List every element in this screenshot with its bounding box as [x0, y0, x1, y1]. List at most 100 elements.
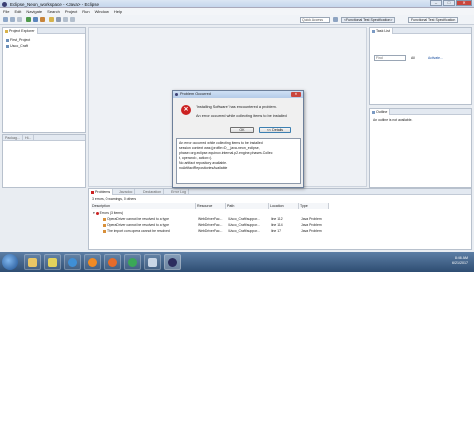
errors-group-row[interactable]: ▾ Errors (3 items): [93, 211, 123, 215]
debug-icon[interactable]: [33, 17, 38, 22]
tree-item-first-project[interactable]: First_Project: [6, 38, 30, 42]
row-resource: WebDriverFac...: [198, 217, 223, 221]
row-location: line 112: [271, 217, 283, 221]
navigate-back-icon[interactable]: [63, 17, 68, 22]
windows-taskbar: 8:46 AM 6/21/2017: [0, 252, 474, 272]
menu-help[interactable]: Help: [114, 9, 122, 14]
tree-item-usco-craft[interactable]: Usco_Craft: [6, 44, 28, 48]
tab-outline[interactable]: Outline: [370, 109, 391, 115]
blank-area: [0, 272, 474, 430]
task-list-icon: [372, 29, 375, 33]
error-icon: ✕: [181, 105, 191, 115]
close-button[interactable]: ✕: [456, 0, 472, 6]
tab-project-explorer[interactable]: Project Explorer: [3, 28, 38, 34]
tab-problems[interactable]: Problems: [89, 189, 114, 195]
project-explorer-icon: [5, 29, 8, 33]
taskbar-notes[interactable]: [44, 254, 61, 270]
window-controls: – □ ✕: [430, 0, 472, 7]
save-icon[interactable]: [10, 17, 15, 22]
external-tools-icon[interactable]: [40, 17, 45, 22]
menu-file[interactable]: File: [3, 9, 9, 14]
row-description-text: OperaDriver cannot be resolved to a type: [107, 217, 170, 221]
ok-button[interactable]: OK: [230, 127, 254, 133]
column-type[interactable]: Type: [299, 203, 329, 209]
menu-navigate[interactable]: Navigate: [26, 9, 42, 14]
java-error-icon: [103, 223, 106, 227]
row-type: Java Problem: [301, 223, 322, 227]
tab-javadoc[interactable]: Javadoc: [117, 189, 136, 195]
perspective-button-2[interactable]: Functional Test Specification: [408, 17, 459, 23]
problems-summary: 3 errors, 0 warnings, 0 others: [92, 197, 137, 201]
clock-date: 6/21/2017: [452, 261, 468, 265]
java-error-icon: [103, 229, 106, 233]
row-type: Java Problem: [301, 229, 322, 233]
errors-group-label: Errors (3 items): [99, 211, 124, 215]
taskbar-chrome[interactable]: [124, 254, 141, 270]
firefox-icon: [108, 257, 117, 267]
outline-message: An outline is not available.: [373, 118, 413, 122]
media-player-icon: [88, 257, 97, 267]
search-icon[interactable]: [56, 17, 61, 22]
expand-arrow-icon[interactable]: ▾: [93, 211, 95, 215]
details-button[interactable]: << Details: [259, 127, 291, 133]
row-resource: WebDriverFac...: [198, 223, 223, 227]
open-perspective-icon[interactable]: [333, 17, 338, 22]
details-text-area[interactable]: An error occurred while collecting items…: [176, 138, 301, 184]
taskbar-documents[interactable]: [144, 254, 161, 270]
taskbar-explorer[interactable]: [24, 254, 41, 270]
tab-problems-label: Problems: [95, 190, 111, 194]
open-type-icon[interactable]: [49, 17, 54, 22]
tab-error-log[interactable]: Error Log: [169, 189, 189, 195]
row-resource: WebDriverFac...: [198, 229, 223, 233]
start-button[interactable]: [2, 254, 18, 270]
tab-declaration[interactable]: Declaration: [141, 189, 165, 195]
project-explorer-tabbar: Project Explorer: [3, 28, 85, 34]
problems-panel: Problems Javadoc Declaration Error Log 3…: [88, 188, 472, 250]
chrome-icon: [128, 257, 137, 267]
row-description: OperaDriver cannot be resolved to a type: [103, 223, 196, 227]
menu-project[interactable]: Project: [65, 9, 77, 14]
tab-package-explorer[interactable]: Packag...: [3, 135, 23, 141]
column-path[interactable]: Path: [226, 203, 269, 209]
perspective-button-1[interactable]: <Functional Test Specification>: [341, 17, 396, 23]
maximize-button[interactable]: □: [443, 0, 455, 6]
column-description[interactable]: Description: [91, 203, 196, 209]
tab-task-list[interactable]: Task List: [370, 28, 393, 34]
run-icon[interactable]: [26, 17, 31, 22]
error-icon: [95, 211, 99, 215]
task-activate-link[interactable]: Activate...: [428, 56, 443, 60]
taskbar-eclipse[interactable]: [164, 254, 181, 270]
new-icon[interactable]: [3, 17, 8, 22]
menu-edit[interactable]: Edit: [14, 9, 21, 14]
row-location: line 17: [271, 229, 281, 233]
project-folder-icon: [6, 38, 9, 42]
navigate-forward-icon[interactable]: [70, 17, 75, 22]
menu-run[interactable]: Run: [82, 9, 89, 14]
project-folder-icon: [6, 44, 9, 48]
eclipse-icon: [168, 257, 177, 267]
taskbar-ie[interactable]: [64, 254, 81, 270]
problem-dialog-title: Problem Occurred: [180, 92, 211, 96]
dialog-close-button[interactable]: ✕: [291, 92, 301, 97]
menu-window[interactable]: Window: [95, 9, 109, 14]
taskbar-media[interactable]: [84, 254, 101, 270]
column-resource[interactable]: Resource: [196, 203, 226, 209]
menu-search[interactable]: Search: [47, 9, 60, 14]
problems-icon: [91, 190, 94, 194]
task-find-input[interactable]: Find: [374, 55, 406, 61]
folder-icon: [28, 257, 37, 267]
row-description-text: OperaDriver cannot be resolved to a type: [107, 223, 170, 227]
print-icon[interactable]: [17, 17, 22, 22]
quick-access-field[interactable]: Quick Access: [300, 17, 330, 23]
task-all-label[interactable]: All: [411, 56, 415, 60]
minimize-button[interactable]: –: [430, 0, 442, 6]
eclipse-app-icon: [175, 93, 178, 96]
menu-bar: File Edit Navigate Search Project Run Wi…: [0, 8, 474, 15]
taskbar-firefox[interactable]: [104, 254, 121, 270]
row-description-text: The import com.opera cannot be resolved: [107, 229, 170, 233]
column-location[interactable]: Location: [269, 203, 299, 209]
table-row[interactable]: The import com.opera cannot be resolved …: [91, 229, 469, 235]
tab-hierarchy[interactable]: Hi...: [23, 135, 35, 141]
system-clock[interactable]: 8:46 AM 6/21/2017: [452, 256, 468, 266]
task-list-tabbar: Task List: [370, 28, 471, 34]
